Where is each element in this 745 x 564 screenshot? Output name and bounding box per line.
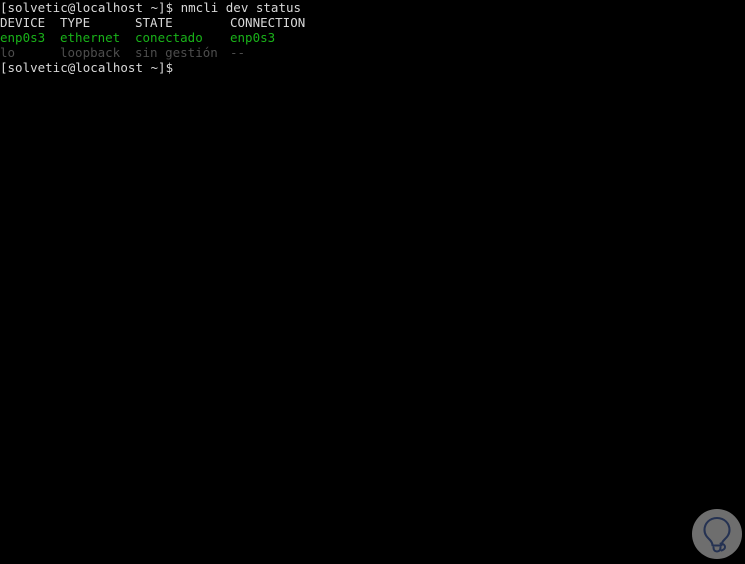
- terminal-output[interactable]: [solvetic@localhost ~]$ nmcli dev status…: [0, 0, 745, 75]
- column-header-state: STATE: [135, 15, 173, 30]
- cell-connection: enp0s3: [230, 30, 276, 45]
- final-prompt-line[interactable]: [solvetic@localhost ~]$: [0, 60, 745, 75]
- table-row: enp0s3 ethernet conectado enp0s3: [0, 30, 745, 45]
- column-header-connection: CONNECTION: [230, 15, 306, 30]
- shell-prompt: [solvetic@localhost ~]$: [0, 0, 174, 15]
- typed-command: nmcli dev status: [180, 0, 302, 15]
- cell-type: loopback: [60, 45, 121, 60]
- cell-connection: --: [230, 45, 246, 60]
- column-header-device: DEVICE: [0, 15, 46, 30]
- cell-device: lo: [0, 45, 16, 60]
- shell-prompt: [solvetic@localhost ~]$: [0, 60, 174, 75]
- lightbulb-icon: [703, 516, 731, 553]
- command-line: [solvetic@localhost ~]$ nmcli dev status: [0, 0, 745, 15]
- column-header-type: TYPE: [60, 15, 91, 30]
- cell-device: enp0s3: [0, 30, 46, 45]
- table-header-row: DEVICE TYPE STATE CONNECTION: [0, 15, 745, 30]
- cell-state: sin gestión: [135, 45, 218, 60]
- cell-state: conectado: [135, 30, 203, 45]
- cell-type: ethernet: [60, 30, 121, 45]
- watermark-badge: [692, 509, 742, 559]
- table-row: lo loopback sin gestión --: [0, 45, 745, 60]
- terminal-window[interactable]: [solvetic@localhost ~]$ nmcli dev status…: [0, 0, 745, 564]
